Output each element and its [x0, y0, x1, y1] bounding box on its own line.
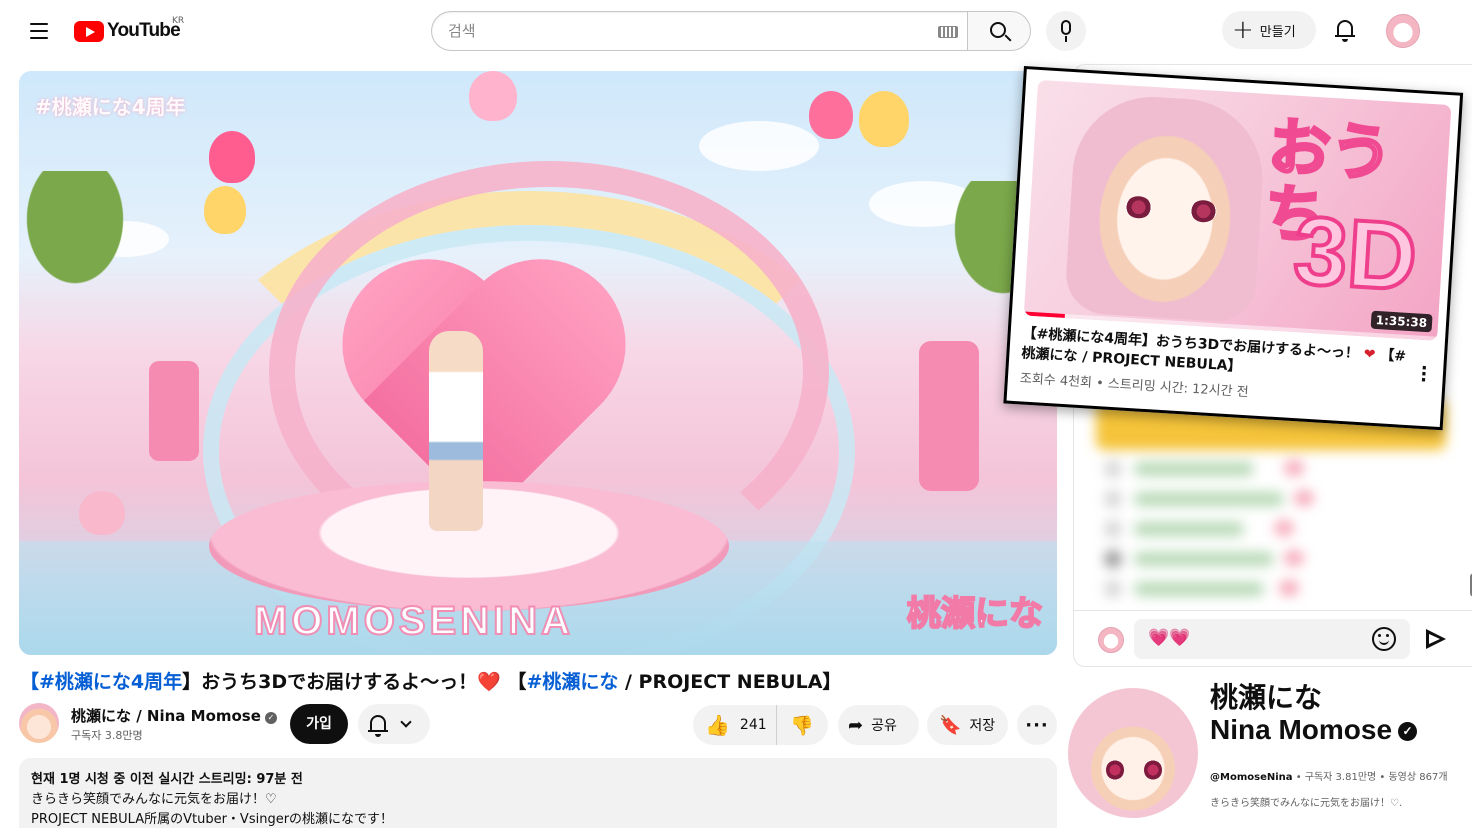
video-thumbnail[interactable]: おうち 3D 1:35:38	[1023, 79, 1452, 341]
region-code: KR	[172, 16, 185, 26]
chat-input[interactable]: 💗💗	[1134, 619, 1410, 659]
avatar-figure	[429, 331, 483, 531]
verified-icon: ✓	[264, 712, 277, 724]
chat-input-row: 💗💗	[1074, 610, 1472, 666]
account-avatar[interactable]	[1386, 14, 1420, 48]
search-button[interactable]	[967, 11, 1031, 51]
palm-tree-left	[19, 171, 159, 331]
chevron-down-icon	[400, 716, 412, 728]
bookmark-icon: 🔖	[939, 714, 962, 736]
title-text-3: / PROJECT NEBULA】	[618, 671, 842, 693]
keyboard-icon[interactable]	[938, 26, 958, 38]
join-button[interactable]: 가입	[290, 704, 348, 744]
subscriber-count: 구독자 3.8만명	[71, 729, 143, 742]
channel-large-avatar[interactable]	[1068, 688, 1198, 818]
more-actions-button[interactable]: ···	[1017, 705, 1057, 745]
bell-icon	[1335, 20, 1355, 37]
channel-meta: @MomoseNina • 구독자 3.81만명 • 동영상 867개	[1210, 768, 1448, 783]
description-line: PROJECT NEBULA所属のVtuber・Vsingerの桃瀬になです！	[31, 812, 394, 827]
menu-icon[interactable]	[24, 18, 54, 44]
send-icon[interactable]	[1424, 627, 1448, 651]
like-button[interactable]: 👍 241	[693, 705, 777, 745]
share-icon: ➦	[848, 714, 864, 736]
share-button[interactable]: ➦ 공유	[838, 705, 919, 745]
video-overlay-hashtag: #桃瀬にな4周年	[35, 95, 186, 119]
stage-sign: MOMOSENINA	[253, 598, 574, 644]
channel-watermark: 桃瀬にな	[906, 593, 1044, 635]
logo-text: YouTube	[107, 20, 181, 41]
description-line: きらきら笑顔でみんなに元気をお届け！♡	[31, 792, 277, 807]
title-text: 】おうち3Dでお届けするよ〜っ！	[182, 671, 478, 693]
channel-avatar[interactable]	[19, 703, 59, 743]
title-text-2: 【	[500, 671, 527, 693]
thumbnail-character	[1064, 92, 1268, 324]
plus-icon: +	[1232, 15, 1254, 45]
channel-stats: • 구독자 3.81만명 • 동영상 867개	[1292, 772, 1448, 783]
voice-search-button[interactable]	[1046, 11, 1086, 51]
channel-name-text: 桃瀬にな / Nina Momose	[71, 707, 261, 725]
search-input[interactable]	[448, 12, 928, 50]
youtube-play-icon	[74, 20, 104, 42]
bell-icon	[368, 715, 388, 732]
verified-icon: ✓	[1398, 722, 1418, 741]
create-label: 만들기	[1259, 24, 1296, 40]
mic-icon	[1061, 20, 1071, 35]
video-title: 【#桃瀬にな4周年】おうち3Dでお届けするよ〜っ！❤️ 【#桃瀬にな / PRO…	[20, 667, 1060, 694]
heart-emoji: ❤	[1363, 346, 1376, 363]
video-card-overlay[interactable]: おうち 3D 1:35:38 【#桃瀬にな4周年】おうち3Dでお届けするよ〜っ！…	[1003, 66, 1464, 431]
description-box[interactable]: 현재 1명 시청 중 이전 실시간 스트리밍: 97분 전 きらきら笑顔でみんな…	[19, 758, 1057, 828]
channel-description: きらきら笑顔でみんなに元気をお届け！♡.	[1210, 798, 1403, 809]
video-player[interactable]: MOMOSENINA #桃瀬にな4周年 桃瀬にな	[19, 71, 1057, 655]
youtube-logo[interactable]: YouTube	[74, 18, 181, 44]
view-meta: 현재 1명 시청 중 이전 실시간 스트리밍: 97분 전	[31, 772, 303, 787]
chat-user-avatar	[1098, 627, 1124, 653]
top-bar: YouTube KR + 만들기	[0, 0, 1472, 62]
save-button[interactable]: 🔖 저장	[927, 705, 1008, 745]
notifications-button[interactable]	[1326, 12, 1364, 50]
like-count: 241	[739, 717, 767, 733]
channel-name[interactable]: 桃瀬にな / Nina Momose ✓	[71, 705, 277, 726]
video-duration: 1:35:38	[1370, 310, 1433, 333]
emoji-icon[interactable]	[1372, 627, 1396, 651]
share-label: 공유	[871, 718, 897, 734]
heart-emoji: ❤️	[477, 671, 501, 693]
chat-input-value: 💗💗	[1148, 628, 1191, 648]
thumbs-up-icon: 👍	[705, 713, 730, 737]
title-hashtag-link-2[interactable]: #桃瀬にな	[526, 671, 618, 693]
thumbs-down-icon: 👎	[790, 714, 814, 737]
save-label: 저장	[969, 718, 996, 734]
channel-handle[interactable]: @MomoseNina	[1210, 772, 1293, 783]
more-icon: ···	[1025, 714, 1049, 736]
subscription-notification-button[interactable]	[358, 704, 430, 744]
dislike-button[interactable]: 👎	[777, 705, 827, 745]
search-icon	[990, 22, 1006, 38]
create-button[interactable]: + 만들기	[1222, 11, 1316, 49]
search-box	[431, 11, 968, 51]
channel-name-english: Nina Momose ✓	[1210, 714, 1418, 746]
thumbnail-3d-text: 3D	[1289, 195, 1422, 313]
title-hashtag-link[interactable]: 【#桃瀬にな4周年	[20, 671, 182, 693]
more-vert-icon[interactable]: · · ·	[1414, 358, 1433, 391]
channel-name-japanese: 桃瀬にな	[1210, 681, 1323, 714]
like-dislike-group: 👍 241 👎	[693, 705, 828, 745]
channel-name-english-text: Nina Momose	[1210, 714, 1393, 745]
